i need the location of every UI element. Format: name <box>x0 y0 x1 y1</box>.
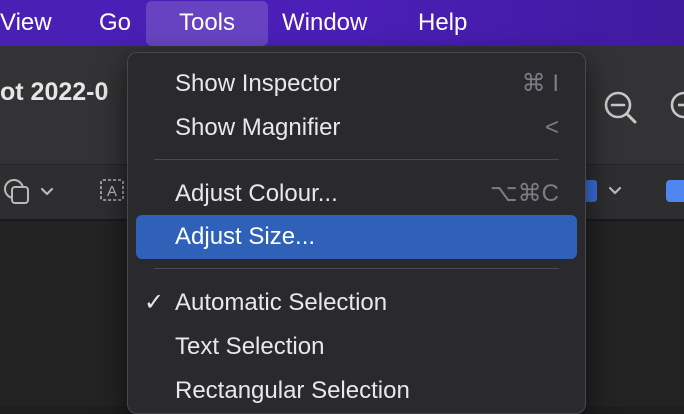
checkmark-icon: ✓ <box>144 289 165 316</box>
menu-item-label: Show Magnifier <box>175 114 341 141</box>
menu-item-label: Automatic Selection <box>175 289 388 316</box>
menu-bar: View Go Tools Window Help <box>0 0 684 46</box>
menu-item-text-selection[interactable]: Text Selection <box>136 325 577 369</box>
menu-item-show-magnifier[interactable]: Show Magnifier < <box>136 106 577 150</box>
menubar-tools[interactable]: Tools <box>146 1 268 46</box>
menu-separator <box>154 268 559 269</box>
menubar-go[interactable]: Go <box>99 0 131 46</box>
tools-menu: Show Inspector ⌘ I Show Magnifier < Adju… <box>127 52 586 414</box>
menu-item-automatic-selection[interactable]: ✓ Automatic Selection <box>136 281 577 325</box>
menu-item-shortcut: ⌘ I <box>521 70 559 97</box>
text-box-icon-letter: A <box>107 183 117 200</box>
menu-item-shortcut: ⌥⌘C <box>490 180 559 207</box>
menubar-view[interactable]: View <box>0 0 52 46</box>
menu-separator <box>154 159 559 160</box>
menu-item-shortcut: < <box>544 114 559 141</box>
zoom-in-icon[interactable] <box>668 90 684 126</box>
menu-item-label: Text Selection <box>175 333 325 360</box>
menu-item-label: Rectangular Selection <box>175 377 410 404</box>
border-colour-icon[interactable] <box>584 178 628 204</box>
menu-item-label: Show Inspector <box>175 70 341 97</box>
menubar-help[interactable]: Help <box>418 0 467 46</box>
text-box-icon[interactable]: A <box>100 178 124 202</box>
shapes-icon[interactable] <box>2 176 58 206</box>
menu-item-rectangular-selection[interactable]: Rectangular Selection <box>136 369 577 413</box>
window-title: ot 2022-0 <box>0 78 109 106</box>
menu-item-adjust-colour[interactable]: Adjust Colour... ⌥⌘C <box>136 172 577 216</box>
menu-item-adjust-size[interactable]: Adjust Size... <box>136 215 577 259</box>
menu-item-label: Adjust Size... <box>175 223 316 250</box>
menu-item-label: Adjust Colour... <box>175 180 338 207</box>
menubar-window[interactable]: Window <box>282 0 367 46</box>
zoom-out-icon[interactable] <box>601 88 641 128</box>
fill-colour-icon[interactable] <box>664 178 684 204</box>
menu-item-show-inspector[interactable]: Show Inspector ⌘ I <box>136 62 577 106</box>
